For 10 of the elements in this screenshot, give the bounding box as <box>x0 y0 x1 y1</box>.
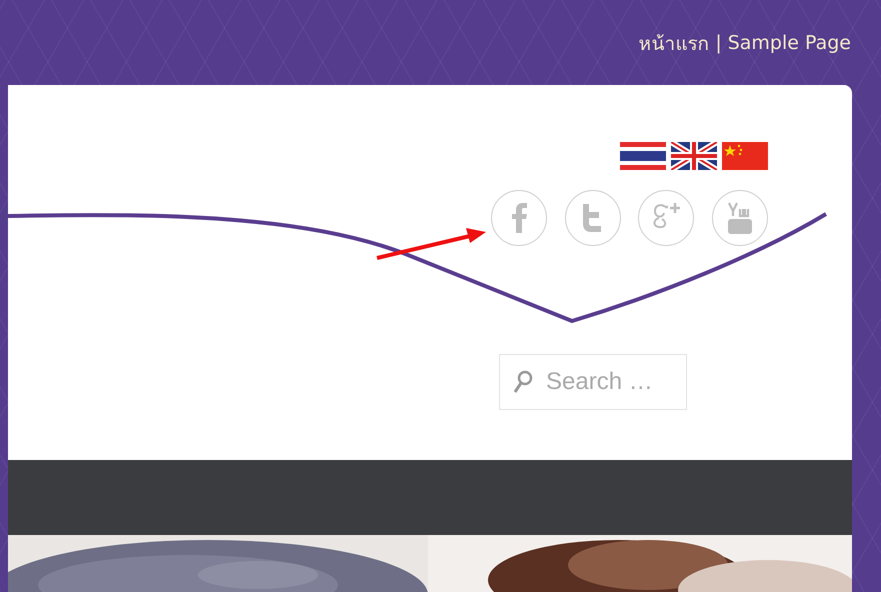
nav-separator: | <box>715 32 722 54</box>
nav-link[interactable]: Sample Page <box>728 32 851 54</box>
youtube-icon <box>726 201 754 235</box>
nav-link[interactable]: หน้าแรก <box>638 28 710 58</box>
uk-flag-icon[interactable] <box>671 142 717 170</box>
facebook-icon <box>510 203 528 233</box>
search-field[interactable]: Search … <box>499 354 687 410</box>
search-icon <box>513 370 533 394</box>
thai-flag-icon[interactable] <box>620 142 666 170</box>
china-flag-icon[interactable] <box>722 142 768 170</box>
